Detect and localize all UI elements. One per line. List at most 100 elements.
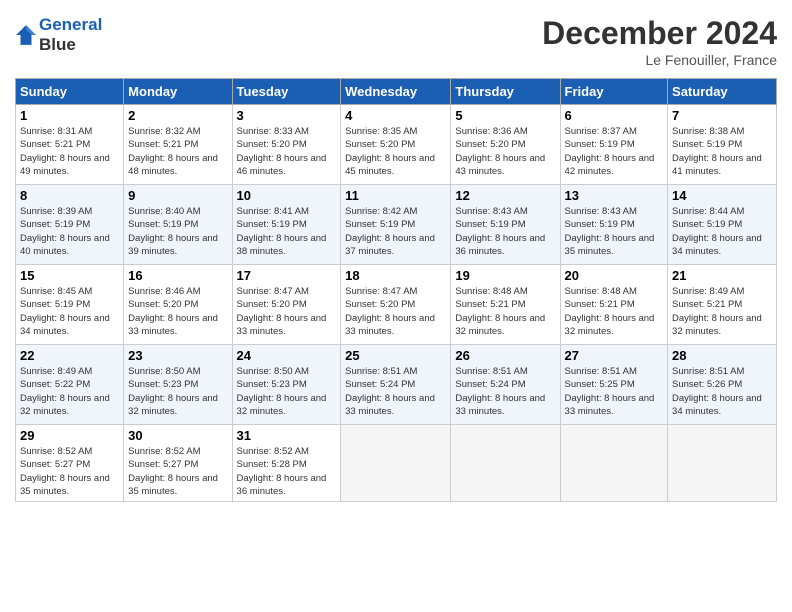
day-number: 6 — [565, 108, 664, 123]
table-row: 18 Sunrise: 8:47 AMSunset: 5:20 PMDayligh… — [341, 265, 451, 345]
day-number: 30 — [128, 428, 227, 443]
calendar-header-row: Sunday Monday Tuesday Wednesday Thursday… — [16, 79, 777, 105]
day-detail: Sunrise: 8:45 AMSunset: 5:19 PMDaylight:… — [20, 285, 119, 338]
table-row: 31 Sunrise: 8:52 AMSunset: 5:28 PMDayligh… — [232, 425, 341, 502]
table-row: 26 Sunrise: 8:51 AMSunset: 5:24 PMDayligh… — [451, 345, 560, 425]
table-row: 1 Sunrise: 8:31 AMSunset: 5:21 PMDaylight… — [16, 105, 124, 185]
logo-icon — [15, 24, 37, 46]
table-row: 10 Sunrise: 8:41 AMSunset: 5:19 PMDayligh… — [232, 185, 341, 265]
day-detail: Sunrise: 8:49 AMSunset: 5:21 PMDaylight:… — [672, 285, 772, 338]
table-row: 7 Sunrise: 8:38 AMSunset: 5:19 PMDaylight… — [668, 105, 777, 185]
day-detail: Sunrise: 8:42 AMSunset: 5:19 PMDaylight:… — [345, 205, 446, 258]
logo-text-general: General — [39, 15, 102, 34]
day-number: 22 — [20, 348, 119, 363]
table-row: 27Sunrise: 8:51 AMSunset: 5:25 PMDayligh… — [560, 345, 668, 425]
table-row: 9 Sunrise: 8:40 AMSunset: 5:19 PMDaylight… — [124, 185, 232, 265]
day-number: 1 — [20, 108, 119, 123]
day-number: 31 — [237, 428, 337, 443]
day-detail: Sunrise: 8:52 AMSunset: 5:27 PMDaylight:… — [128, 445, 227, 498]
day-detail: Sunrise: 8:50 AMSunset: 5:23 PMDaylight:… — [128, 365, 227, 418]
day-number: 14 — [672, 188, 772, 203]
table-row: 14 Sunrise: 8:44 AMSunset: 5:19 PMDayligh… — [668, 185, 777, 265]
day-detail: Sunrise: 8:43 AMSunset: 5:19 PMDaylight:… — [565, 205, 664, 258]
day-number: 5 — [455, 108, 555, 123]
day-detail: Sunrise: 8:31 AMSunset: 5:21 PMDaylight:… — [20, 125, 119, 178]
col-wednesday: Wednesday — [341, 79, 451, 105]
table-row: 2Sunrise: 8:32 AMSunset: 5:21 PMDaylight… — [124, 105, 232, 185]
calendar-week-row: 22 Sunrise: 8:49 AMSunset: 5:22 PMDayligh… — [16, 345, 777, 425]
day-number: 4 — [345, 108, 446, 123]
day-detail: Sunrise: 8:52 AMSunset: 5:28 PMDaylight:… — [237, 445, 337, 498]
calendar-week-row: 8 Sunrise: 8:39 AMSunset: 5:19 PMDaylight… — [16, 185, 777, 265]
day-number: 21 — [672, 268, 772, 283]
table-row: 6Sunrise: 8:37 AMSunset: 5:19 PMDaylight… — [560, 105, 668, 185]
page-header: General Blue December 2024 Le Fenouiller… — [15, 15, 777, 68]
logo: General Blue — [15, 15, 102, 54]
col-friday: Friday — [560, 79, 668, 105]
col-sunday: Sunday — [16, 79, 124, 105]
day-number: 3 — [237, 108, 337, 123]
table-row — [341, 425, 451, 502]
day-detail: Sunrise: 8:39 AMSunset: 5:19 PMDaylight:… — [20, 205, 119, 258]
table-row: 4Sunrise: 8:35 AMSunset: 5:20 PMDaylight… — [341, 105, 451, 185]
day-number: 20 — [565, 268, 664, 283]
day-number: 23 — [128, 348, 227, 363]
col-thursday: Thursday — [451, 79, 560, 105]
table-row: 17 Sunrise: 8:47 AMSunset: 5:20 PMDayligh… — [232, 265, 341, 345]
day-detail: Sunrise: 8:36 AMSunset: 5:20 PMDaylight:… — [455, 125, 555, 178]
day-detail: Sunrise: 8:49 AMSunset: 5:22 PMDaylight:… — [20, 365, 119, 418]
table-row — [451, 425, 560, 502]
day-detail: Sunrise: 8:51 AMSunset: 5:24 PMDaylight:… — [455, 365, 555, 418]
day-number: 15 — [20, 268, 119, 283]
day-detail: Sunrise: 8:40 AMSunset: 5:19 PMDaylight:… — [128, 205, 227, 258]
day-number: 9 — [128, 188, 227, 203]
table-row: 11Sunrise: 8:42 AMSunset: 5:19 PMDayligh… — [341, 185, 451, 265]
table-row: 23 Sunrise: 8:50 AMSunset: 5:23 PMDayligh… — [124, 345, 232, 425]
day-number: 25 — [345, 348, 446, 363]
table-row: 28Sunrise: 8:51 AMSunset: 5:26 PMDayligh… — [668, 345, 777, 425]
table-row: 15 Sunrise: 8:45 AMSunset: 5:19 PMDayligh… — [16, 265, 124, 345]
location: Le Fenouiller, France — [542, 52, 777, 68]
day-number: 13 — [565, 188, 664, 203]
table-row: 5 Sunrise: 8:36 AMSunset: 5:20 PMDaylight… — [451, 105, 560, 185]
table-row: 13 Sunrise: 8:43 AMSunset: 5:19 PMDayligh… — [560, 185, 668, 265]
logo-text-blue: Blue — [39, 35, 76, 54]
calendar-page: General Blue December 2024 Le Fenouiller… — [0, 0, 792, 612]
day-number: 7 — [672, 108, 772, 123]
day-detail: Sunrise: 8:52 AMSunset: 5:27 PMDaylight:… — [20, 445, 119, 498]
day-detail: Sunrise: 8:44 AMSunset: 5:19 PMDaylight:… — [672, 205, 772, 258]
day-detail: Sunrise: 8:47 AMSunset: 5:20 PMDaylight:… — [237, 285, 337, 338]
day-number: 18 — [345, 268, 446, 283]
day-detail: Sunrise: 8:51 AMSunset: 5:25 PMDaylight:… — [565, 365, 664, 418]
day-number: 2 — [128, 108, 227, 123]
day-detail: Sunrise: 8:33 AMSunset: 5:20 PMDaylight:… — [237, 125, 337, 178]
table-row: 29 Sunrise: 8:52 AMSunset: 5:27 PMDayligh… — [16, 425, 124, 502]
day-number: 12 — [455, 188, 555, 203]
day-number: 29 — [20, 428, 119, 443]
table-row: 19 Sunrise: 8:48 AMSunset: 5:21 PMDayligh… — [451, 265, 560, 345]
day-number: 17 — [237, 268, 337, 283]
calendar-table: Sunday Monday Tuesday Wednesday Thursday… — [15, 78, 777, 502]
day-detail: Sunrise: 8:38 AMSunset: 5:19 PMDaylight:… — [672, 125, 772, 178]
col-tuesday: Tuesday — [232, 79, 341, 105]
table-row: 21 Sunrise: 8:49 AMSunset: 5:21 PMDayligh… — [668, 265, 777, 345]
day-detail: Sunrise: 8:51 AMSunset: 5:24 PMDaylight:… — [345, 365, 446, 418]
table-row: 16Sunrise: 8:46 AMSunset: 5:20 PMDayligh… — [124, 265, 232, 345]
day-number: 10 — [237, 188, 337, 203]
day-number: 26 — [455, 348, 555, 363]
day-detail: Sunrise: 8:48 AMSunset: 5:21 PMDaylight:… — [455, 285, 555, 338]
day-number: 8 — [20, 188, 119, 203]
month-title: December 2024 — [542, 15, 777, 52]
calendar-week-row: 15 Sunrise: 8:45 AMSunset: 5:19 PMDayligh… — [16, 265, 777, 345]
day-number: 19 — [455, 268, 555, 283]
day-detail: Sunrise: 8:41 AMSunset: 5:19 PMDaylight:… — [237, 205, 337, 258]
day-detail: Sunrise: 8:47 AMSunset: 5:20 PMDaylight:… — [345, 285, 446, 338]
day-detail: Sunrise: 8:51 AMSunset: 5:26 PMDaylight:… — [672, 365, 772, 418]
day-detail: Sunrise: 8:48 AMSunset: 5:21 PMDaylight:… — [565, 285, 664, 338]
col-saturday: Saturday — [668, 79, 777, 105]
table-row: 3 Sunrise: 8:33 AMSunset: 5:20 PMDaylight… — [232, 105, 341, 185]
day-detail: Sunrise: 8:46 AMSunset: 5:20 PMDaylight:… — [128, 285, 227, 338]
day-detail: Sunrise: 8:50 AMSunset: 5:23 PMDaylight:… — [237, 365, 337, 418]
col-monday: Monday — [124, 79, 232, 105]
table-row: 22 Sunrise: 8:49 AMSunset: 5:22 PMDayligh… — [16, 345, 124, 425]
